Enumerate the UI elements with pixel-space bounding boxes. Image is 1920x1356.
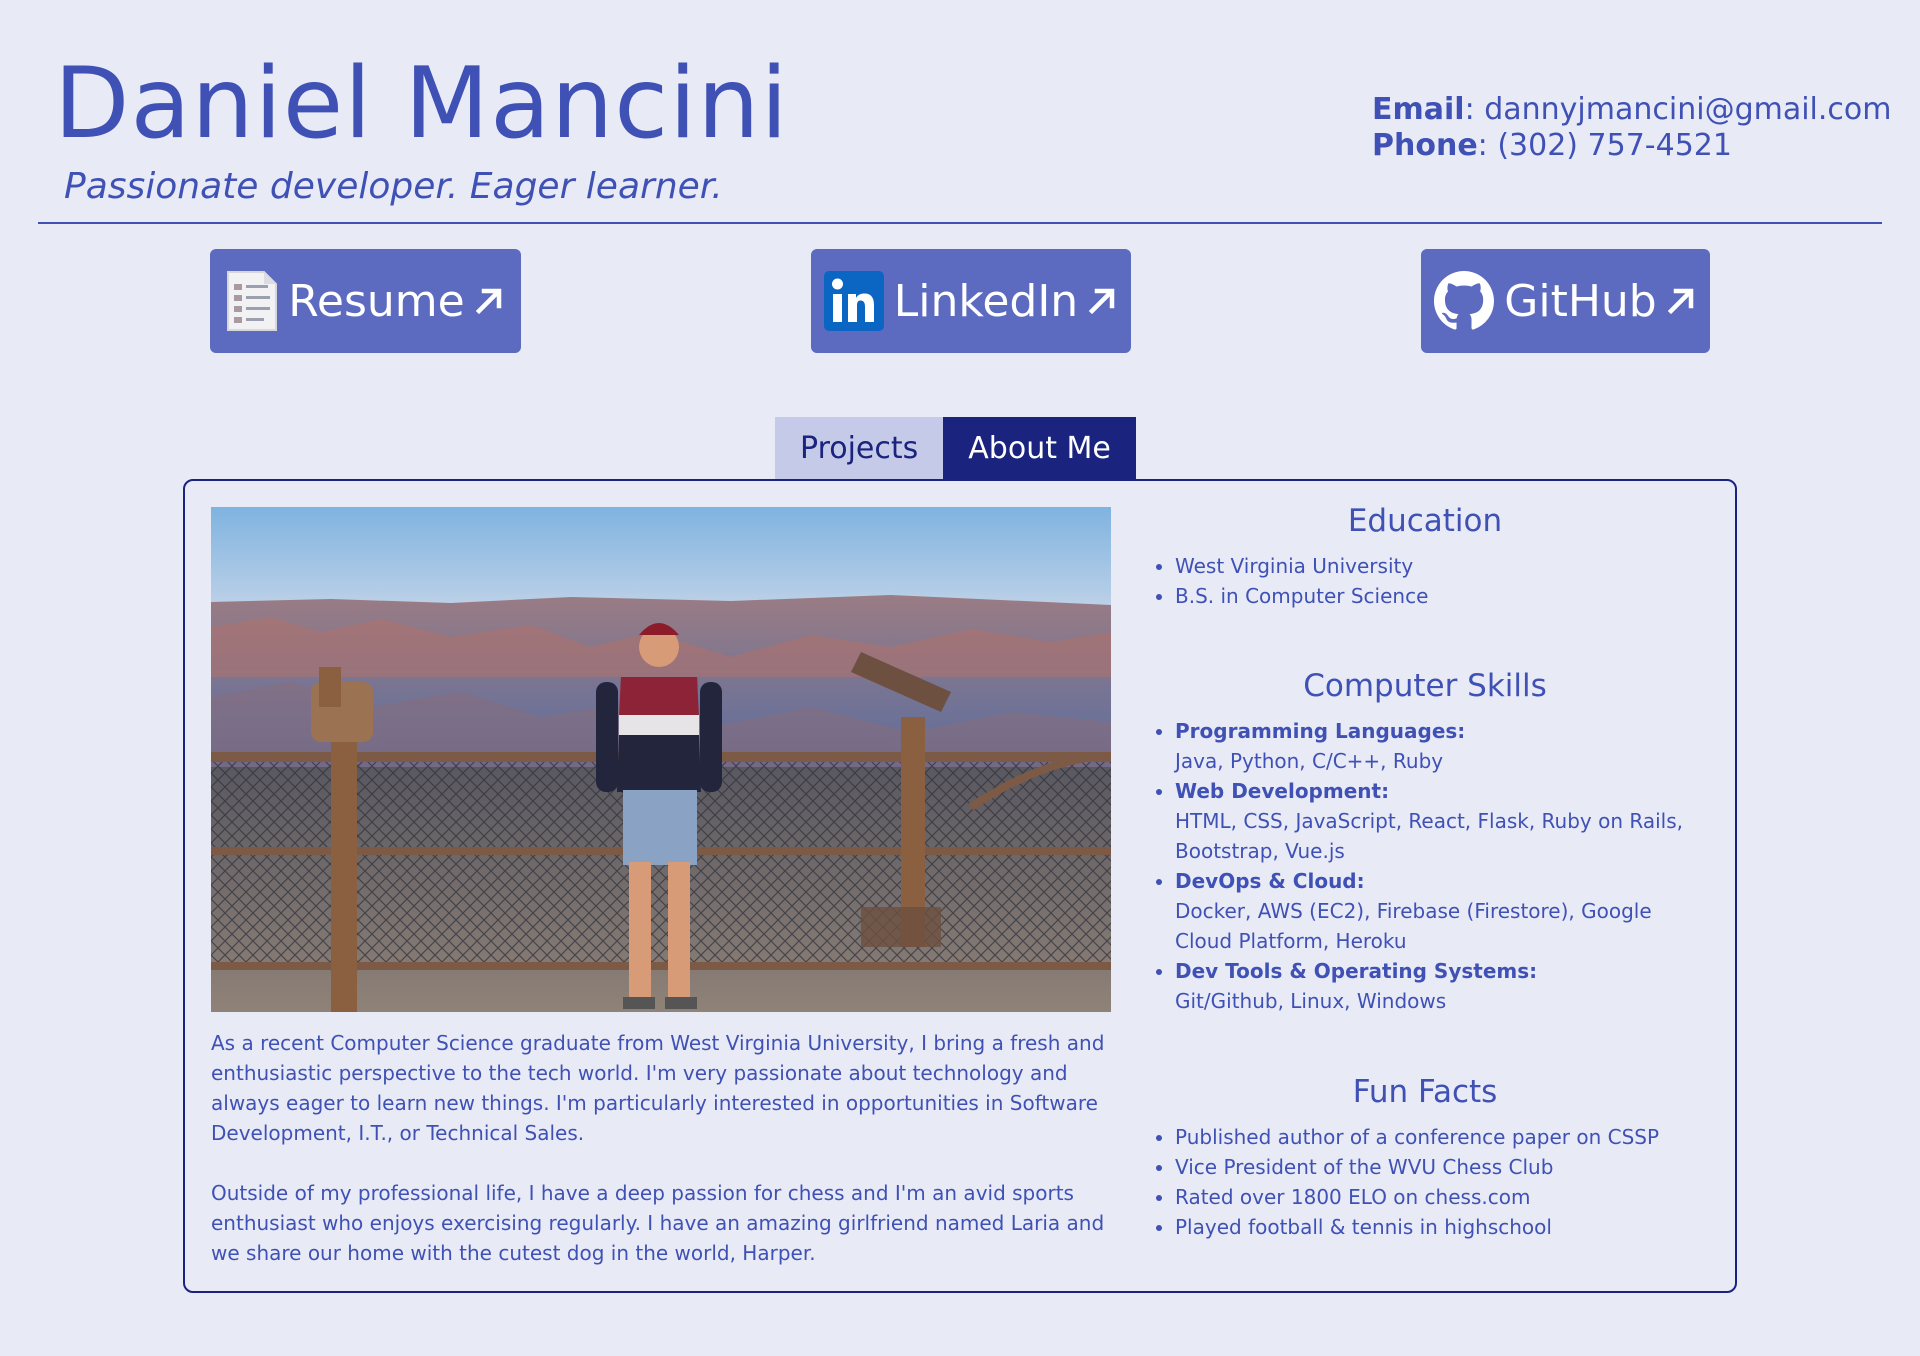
list-item: Programming Languages: Java, Python, C/C+… [1175,716,1705,776]
email-value[interactable]: : dannyjmancini@gmail.com [1465,92,1892,127]
github-button[interactable]: GitHub [1421,249,1710,353]
bio-paragraph: As a recent Computer Science graduate fr… [211,1031,1105,1145]
skill-values: HTML, CSS, JavaScript, React, Flask, Rub… [1175,809,1683,863]
tab-about-me[interactable]: About Me [943,417,1136,479]
skill-values: Java, Python, C/C++, Ruby [1175,749,1444,773]
linkedin-icon [823,271,884,331]
page-title: Daniel Mancini [54,47,789,161]
profile-photo [211,507,1111,1012]
phone-line: Phone: (302) 757-4521 [1372,128,1892,164]
header-divider [38,222,1882,224]
phone-value[interactable]: : (302) 757-4521 [1478,128,1732,163]
skill-values: Git/Github, Linux, Windows [1175,989,1447,1013]
skills-list: Programming Languages: Java, Python, C/C+… [1145,716,1705,1016]
email-line: Email: dannyjmancini@gmail.com [1372,92,1892,128]
resume-label: Resume [288,275,465,327]
about-me-panel: As a recent Computer Science graduate fr… [183,479,1737,1293]
list-item: B.S. in Computer Science [1175,581,1705,611]
contact-info: Email: dannyjmancini@gmail.com Phone: (3… [1372,92,1892,164]
external-arrow-icon [1665,285,1697,317]
education-list: West Virginia University B.S. in Compute… [1145,551,1705,611]
linkedin-button[interactable]: LinkedIn [811,249,1131,353]
list-item: West Virginia University [1175,551,1705,581]
list-item: Dev Tools & Operating Systems: Git/Github… [1175,956,1705,1016]
email-label: Email [1372,92,1465,127]
bio-text: As a recent Computer Science graduate fr… [211,1028,1111,1298]
bio-paragraph: Outside of my professional life, I have … [211,1181,1105,1265]
resume-button[interactable]: Resume [210,249,521,353]
list-item: Vice President of the WVU Chess Club [1175,1152,1705,1182]
skill-category: Programming Languages: [1175,719,1466,743]
skill-values: Docker, AWS (EC2), Firebase (Firestore),… [1175,899,1652,953]
list-item: Web Development: HTML, CSS, JavaScript, R… [1175,776,1705,866]
skills-heading: Computer Skills [1303,668,1547,704]
skill-category: Web Development: [1175,779,1390,803]
section-tabs: Projects About Me [775,417,1136,479]
phone-label: Phone [1372,128,1478,163]
tagline: Passionate developer. Eager learner. [64,166,723,207]
education-heading: Education [1347,503,1503,539]
github-icon [1434,271,1495,331]
education-section: Education West Virginia University B.S. … [1145,501,1705,611]
list-item: DevOps & Cloud: Docker, AWS (EC2), Fireba… [1175,866,1705,956]
fun-facts-list: Published author of a conference paper o… [1145,1122,1705,1242]
linkedin-label: LinkedIn [893,275,1079,327]
document-icon [226,270,278,332]
list-item: Rated over 1800 ELO on chess.com [1175,1182,1705,1212]
fun-facts-heading: Fun Facts [1352,1074,1498,1110]
skill-category: Dev Tools & Operating Systems: [1175,959,1538,983]
external-arrow-icon [473,285,505,317]
list-item: Published author of a conference paper o… [1175,1122,1705,1152]
list-item: Played football & tennis in highschool [1175,1212,1705,1242]
fun-facts-section: Fun Facts Published author of a conferen… [1145,1072,1705,1242]
github-label: GitHub [1504,275,1657,327]
skill-category: DevOps & Cloud: [1175,869,1365,893]
skills-section: Computer Skills Programming Languages: Ja… [1145,666,1705,1016]
external-arrow-icon [1086,285,1118,317]
tab-projects[interactable]: Projects [775,417,944,479]
